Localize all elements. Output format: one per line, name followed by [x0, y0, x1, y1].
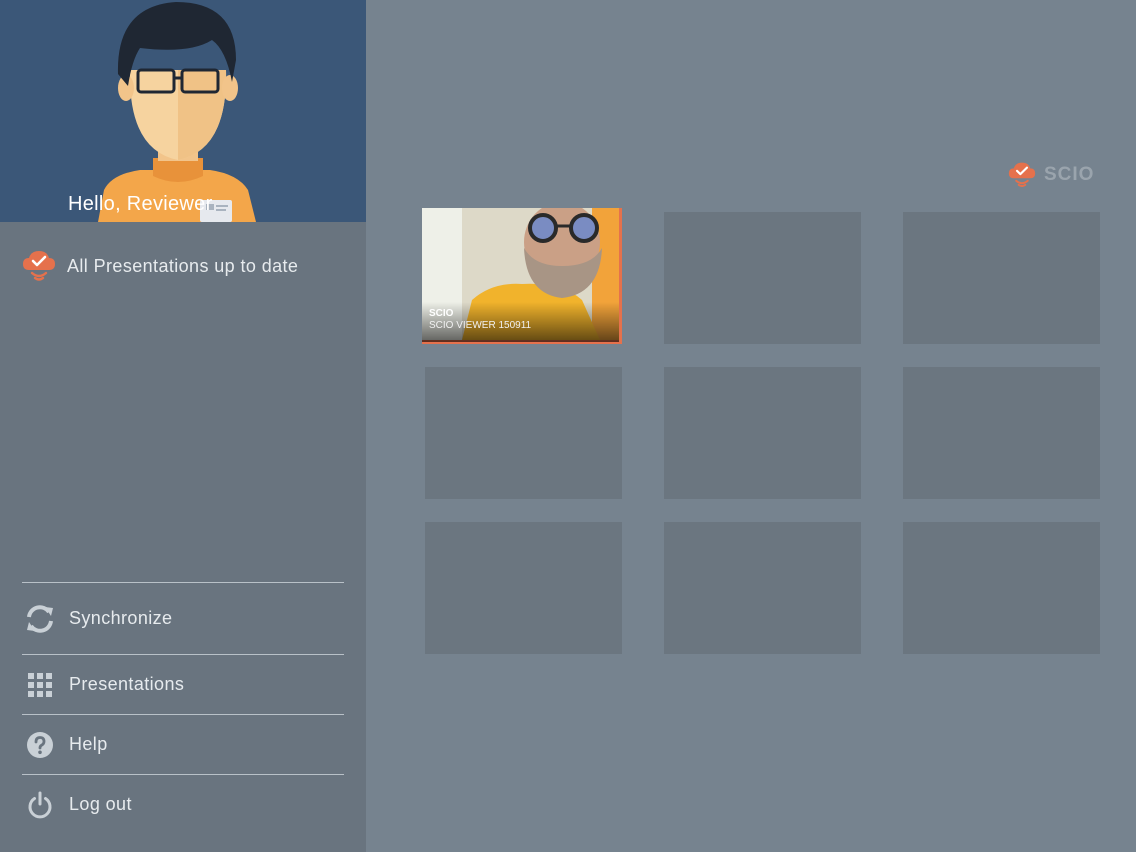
menu-item-label: Log out	[69, 794, 132, 814]
sidebar-menu: Synchronize Presentations Help Log out	[22, 582, 344, 834]
brand-name: SCIO	[1044, 164, 1095, 185]
menu-item-synchronize[interactable]: Synchronize	[22, 582, 344, 654]
sync-status-text: All Presentations up to date	[67, 255, 299, 276]
sync-status: All Presentations up to date	[22, 248, 298, 284]
menu-item-presentations[interactable]: Presentations	[22, 654, 344, 714]
menu-item-help[interactable]: Help	[22, 714, 344, 774]
empty-slot	[425, 522, 622, 654]
brand-logo: SCIO	[1008, 160, 1094, 190]
presentation-tile[interactable]: SCIO SCIO VIEWER 150911	[422, 208, 622, 344]
menu-item-logout[interactable]: Log out	[22, 774, 344, 834]
empty-slot	[903, 367, 1100, 499]
empty-slot	[425, 367, 622, 499]
profile-header: Hello, Reviewer	[0, 0, 366, 222]
presentation-subtitle: SCIO VIEWER 150911	[429, 320, 532, 331]
cloud-check-icon	[23, 251, 55, 281]
empty-slot	[903, 522, 1100, 654]
empty-slot	[664, 367, 861, 499]
empty-slot	[664, 212, 861, 344]
cloud-check-icon	[1008, 162, 1036, 188]
avatar	[98, 2, 256, 222]
empty-slot	[903, 212, 1100, 344]
menu-item-label: Help	[69, 734, 108, 754]
greeting-text: Hello, Reviewer	[68, 193, 213, 215]
help-icon	[22, 727, 58, 763]
menu-item-label: Synchronize	[69, 608, 173, 628]
empty-slot	[664, 522, 861, 654]
sync-icon	[22, 601, 58, 637]
sidebar: Hello, Reviewer All Presentations up to …	[0, 0, 366, 852]
power-icon	[22, 787, 58, 823]
presentation-title: SCIO	[429, 308, 454, 319]
grid-icon	[22, 667, 58, 703]
menu-item-label: Presentations	[69, 674, 185, 694]
